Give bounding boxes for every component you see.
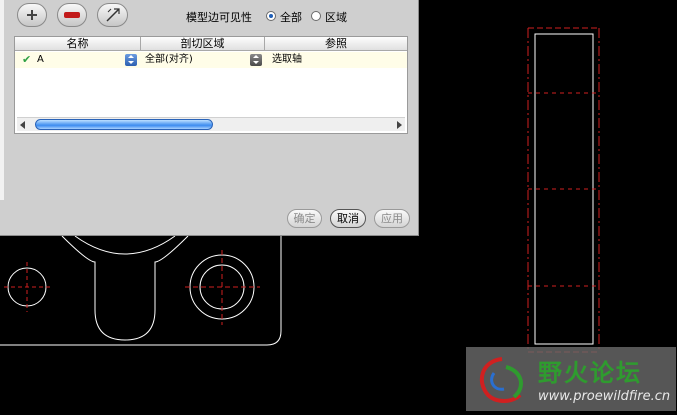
radio-all-label[interactable]: 全部 xyxy=(280,9,302,25)
cross-section-dialog: 模型边可见性 全部 区域 名称 剖切区域 参照 ✔ A 全部(对齐) 选取轴 确… xyxy=(0,0,419,236)
name-spinner[interactable] xyxy=(125,54,137,66)
part-slot xyxy=(61,235,189,341)
cancel-button[interactable]: 取消 xyxy=(330,209,366,228)
side-view xyxy=(527,27,600,353)
column-header-region[interactable]: 剖切区域 xyxy=(141,37,265,51)
radio-all[interactable] xyxy=(266,11,276,21)
left-hole xyxy=(4,262,52,312)
region-spinner[interactable] xyxy=(250,54,262,66)
ok-button[interactable]: 确定 xyxy=(287,209,322,228)
column-header-name[interactable]: 名称 xyxy=(15,37,141,51)
horizontal-scrollbar[interactable] xyxy=(17,117,405,131)
watermark-title: 野火论坛 xyxy=(538,359,642,387)
section-table: 名称 剖切区域 参照 ✔ A 全部(对齐) 选取轴 xyxy=(14,36,408,134)
plus-icon xyxy=(27,10,37,20)
edit-button[interactable] xyxy=(97,3,128,27)
dialog-edge xyxy=(0,0,4,200)
visibility-label: 模型边可见性 xyxy=(186,11,252,24)
minus-icon xyxy=(64,12,80,18)
remove-button[interactable] xyxy=(57,3,87,27)
watermark-url: www.proewildfire.cn xyxy=(538,389,671,404)
row-reference: 选取轴 xyxy=(272,54,302,65)
add-button[interactable] xyxy=(17,3,47,27)
row-region: 全部(对齐) xyxy=(145,54,193,65)
column-header-reference[interactable]: 参照 xyxy=(265,37,407,51)
apply-button[interactable]: 应用 xyxy=(374,209,410,228)
edit-icon xyxy=(105,8,120,22)
check-icon: ✔ xyxy=(22,53,32,66)
radio-region[interactable] xyxy=(311,11,321,21)
watermark: 野火论坛 www.proewildfire.cn xyxy=(466,347,676,411)
table-row[interactable]: ✔ A 全部(对齐) 选取轴 xyxy=(15,52,407,68)
scroll-thumb[interactable] xyxy=(35,119,213,130)
scroll-left-icon[interactable] xyxy=(20,121,25,129)
row-name: A xyxy=(37,54,44,65)
right-hole xyxy=(185,250,260,325)
part-boss xyxy=(74,235,176,255)
radio-region-label[interactable]: 区域 xyxy=(325,9,347,25)
scroll-right-icon[interactable] xyxy=(397,121,402,129)
forum-logo-icon xyxy=(479,357,523,403)
